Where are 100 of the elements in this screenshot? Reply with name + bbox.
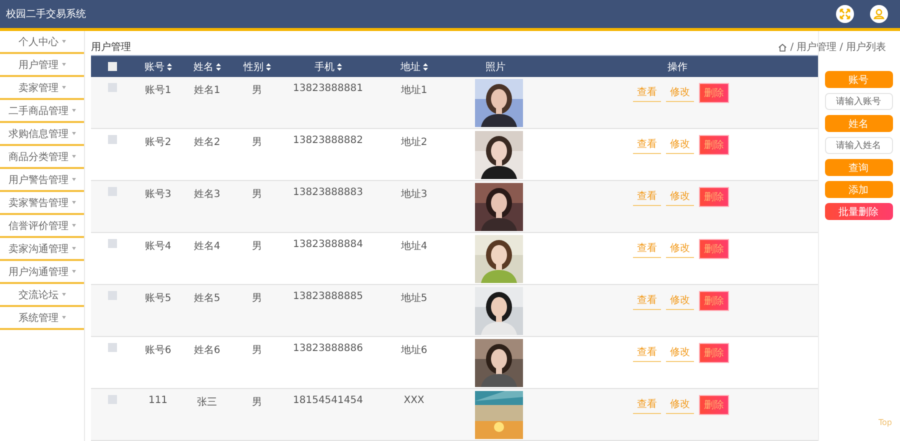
row-checkbox[interactable] [108, 395, 117, 404]
sidebar-item[interactable]: 二手商品管理 [0, 100, 84, 123]
table-cell-text: 男 [252, 240, 262, 253]
view-button[interactable]: 查看 [633, 83, 661, 102]
batch-delete-button[interactable]: 批量删除 [824, 203, 892, 220]
row-checkbox[interactable] [108, 187, 117, 196]
table-cell: 13823888881 [293, 83, 363, 94]
field-label-button[interactable]: 账号 [824, 71, 892, 88]
caret-icon [72, 155, 76, 158]
table-cell-text: 男 [252, 136, 262, 149]
table-cell: 13823888883 [293, 187, 363, 198]
action-button[interactable]: 查询 [824, 159, 892, 176]
sidebar-item[interactable]: 卖家沟通管理 [0, 238, 84, 261]
edit-button[interactable]: 修改 [666, 135, 694, 154]
row-checkbox[interactable] [108, 135, 117, 144]
sidebar-item[interactable]: 卖家管理 [0, 77, 84, 100]
field-label-button[interactable]: 姓名 [824, 115, 892, 132]
table-cell-text: 男 [252, 188, 262, 201]
delete-button[interactable]: 删除 [699, 395, 729, 415]
sidebar-item[interactable]: 求购信息管理 [0, 123, 84, 146]
column-header[interactable]: 性别 [244, 60, 264, 74]
column-header[interactable]: 姓名 [194, 60, 214, 74]
edit-button[interactable]: 修改 [666, 395, 694, 414]
sort-icon[interactable] [266, 62, 270, 70]
sidebar-item[interactable]: 商品分类管理 [0, 146, 84, 169]
caret-icon [62, 63, 66, 66]
view-button[interactable]: 查看 [633, 187, 661, 206]
table-cell-text: 账号2 [144, 136, 172, 149]
sidebar-item[interactable]: 用户警告管理 [0, 169, 84, 192]
caret-icon [72, 201, 76, 204]
select-all-checkbox[interactable] [108, 62, 117, 71]
table-cell-text: 地址6 [400, 344, 428, 357]
delete-button[interactable]: 删除 [699, 239, 729, 259]
delete-button[interactable]: 删除 [699, 291, 729, 311]
edit-button[interactable]: 修改 [666, 291, 694, 310]
table-cell-text: 男 [252, 344, 262, 357]
table-cell: 13823888885 [293, 291, 363, 302]
sidebar-item[interactable]: 个人中心 [0, 31, 84, 54]
breadcrumb-separator: / [840, 42, 843, 52]
sidebar-item[interactable]: 信誉评价管理 [0, 215, 84, 238]
view-button[interactable]: 查看 [633, 135, 661, 154]
table-cell-text: 姓名3 [194, 188, 220, 201]
sort-icon[interactable] [166, 62, 172, 70]
column-header[interactable]: 操作 [668, 60, 688, 74]
home-icon[interactable] [778, 42, 788, 52]
edit-button[interactable]: 修改 [666, 239, 694, 258]
app-title: 校园二手交易系统 [6, 8, 86, 21]
caret-icon [62, 293, 66, 296]
table-cell: 13823888884 [293, 239, 363, 250]
sidebar-item[interactable]: 交流论坛 [0, 284, 84, 307]
column-header[interactable]: 账号 [144, 60, 164, 74]
row-checkbox[interactable] [108, 239, 117, 248]
view-button[interactable]: 查看 [633, 343, 661, 362]
action-button[interactable]: 添加 [824, 181, 892, 198]
table-cell-text: 账号1 [144, 84, 172, 97]
view-button[interactable]: 查看 [633, 395, 661, 414]
caret-icon [72, 109, 76, 112]
column-header[interactable]: 照片 [486, 60, 506, 74]
delete-button[interactable]: 删除 [699, 343, 729, 363]
edit-button[interactable]: 修改 [666, 343, 694, 362]
table-cell: 18154541454 [293, 395, 363, 406]
sidebar-item[interactable]: 系统管理 [0, 307, 84, 330]
sort-icon[interactable] [422, 62, 428, 70]
table-cell-text: 地址1 [400, 84, 428, 97]
search-field[interactable]: 请输入姓名 [824, 137, 892, 154]
table-cell-text: 账号4 [144, 240, 172, 253]
caret-icon [72, 247, 76, 250]
fullscreen-icon[interactable] [836, 5, 854, 23]
sidebar-item[interactable]: 用户管理 [0, 54, 84, 77]
table-cell-text: 地址4 [400, 240, 428, 253]
row-checkbox[interactable] [108, 343, 117, 352]
caret-icon [62, 40, 66, 43]
table-cell-text: 账号5 [144, 292, 172, 305]
column-header[interactable]: 地址 [400, 60, 420, 74]
breadcrumb-separator: / [790, 42, 794, 52]
user-icon[interactable] [870, 5, 888, 23]
edit-button[interactable]: 修改 [666, 187, 694, 206]
caret-icon [62, 316, 66, 319]
row-checkbox[interactable] [108, 83, 117, 92]
column-header[interactable]: 手机 [314, 60, 334, 74]
breadcrumb-item[interactable]: 用户列表 [846, 40, 886, 54]
caret-icon [62, 86, 66, 89]
delete-button[interactable]: 删除 [699, 135, 729, 155]
table-cell-text: 男 [252, 84, 262, 97]
delete-button[interactable]: 删除 [699, 83, 729, 103]
delete-button[interactable]: 删除 [699, 187, 729, 207]
table-cell-text: 张三 [197, 396, 217, 409]
edit-button[interactable]: 修改 [666, 83, 694, 102]
table-cell-text: 男 [252, 292, 262, 305]
sort-icon[interactable] [336, 62, 342, 70]
table-cell-text: 姓名1 [194, 84, 220, 97]
view-button[interactable]: 查看 [633, 291, 661, 310]
search-field[interactable]: 请输入账号 [824, 93, 892, 110]
back-to-top-link[interactable]: Top [878, 418, 892, 427]
sidebar-item[interactable]: 卖家警告管理 [0, 192, 84, 215]
sort-icon[interactable] [216, 62, 220, 70]
row-checkbox[interactable] [108, 291, 117, 300]
view-button[interactable]: 查看 [633, 239, 661, 258]
page-title: 用户管理 [91, 40, 131, 54]
sidebar-item[interactable]: 用户沟通管理 [0, 261, 84, 284]
